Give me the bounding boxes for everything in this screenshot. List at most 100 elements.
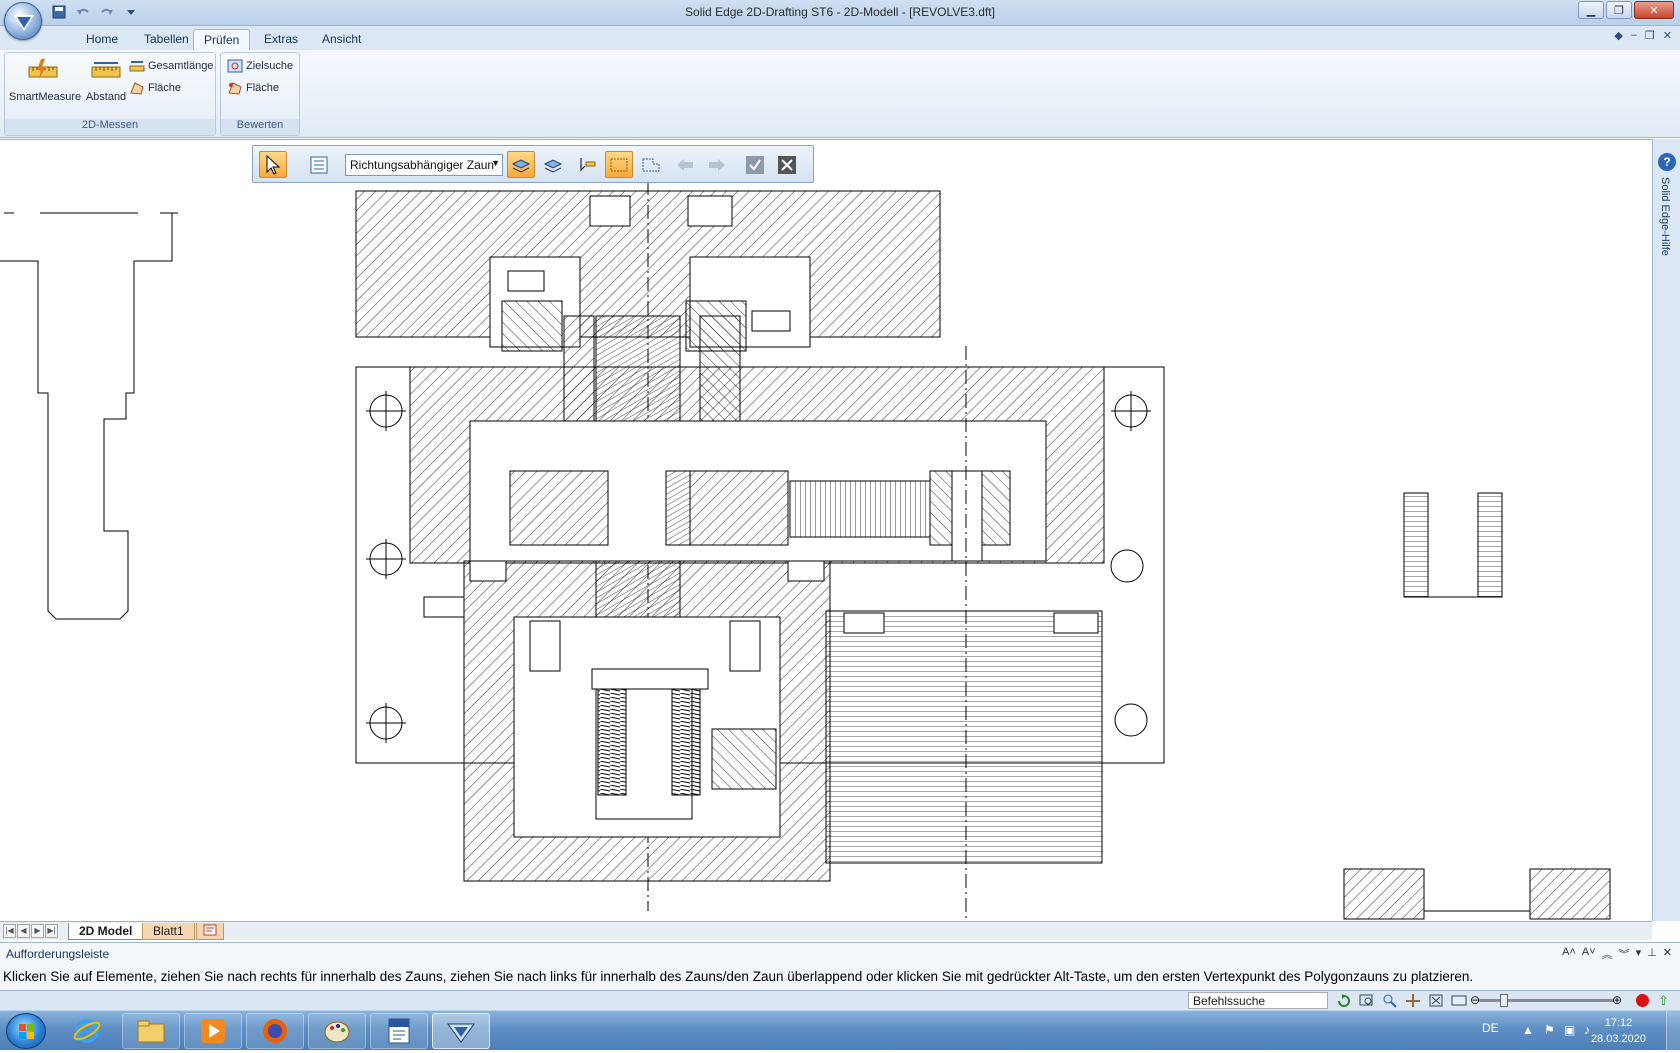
clock[interactable]: 17:12 28.03.2020 [1591, 1015, 1646, 1047]
add-to-selection-button[interactable] [507, 151, 535, 178]
arrow-right-icon [709, 158, 725, 171]
fence-mode-dropdown[interactable]: Richtungsabhängiger Zaun ▼ [345, 154, 503, 176]
bottom-right-view [1343, 868, 1611, 920]
prev-sheet-button[interactable]: ◀ [17, 924, 30, 938]
tab-tabellen[interactable]: Tabellen [134, 29, 199, 50]
zielsuche-button[interactable]: Zielsuche [227, 59, 293, 73]
font-decrease-icon[interactable]: A˅ [1582, 946, 1596, 962]
dock-options-icon[interactable]: ▾ [1636, 946, 1642, 962]
sheet-tab-blatt1[interactable]: Blatt1 [142, 923, 195, 940]
title-bar: Solid Edge 2D-Drafting ST6 - 2D-Modell -… [0, 0, 1680, 26]
tab-pruefen[interactable]: Prüfen [193, 29, 251, 50]
file-explorer-icon[interactable] [122, 1013, 180, 1049]
view-icon[interactable] [1451, 993, 1467, 1008]
accept-button[interactable] [741, 151, 769, 178]
zoom-out-icon[interactable]: ⊖ [1470, 993, 1480, 1007]
network-icon[interactable]: ▣ [1564, 1023, 1578, 1037]
maximize-button[interactable]: ❐ [1606, 1, 1632, 19]
remove-from-selection-button[interactable] [539, 151, 567, 178]
last-sheet-button[interactable]: ▶| [45, 924, 58, 938]
chevron-down-icon: ▼ [491, 158, 500, 168]
total-length-icon [129, 61, 145, 72]
start-button[interactable] [6, 1013, 46, 1049]
lower-assembly [423, 560, 1103, 882]
language-indicator[interactable]: DE [1482, 1021, 1499, 1035]
paint-icon[interactable] [308, 1013, 366, 1049]
zoom-area-icon[interactable] [1359, 993, 1375, 1008]
update-icon[interactable]: ⇧ [1658, 993, 1669, 1009]
expand-icon[interactable]: ︾ [1619, 946, 1630, 962]
area-icon [130, 82, 144, 95]
rectangle-fence-button[interactable] [605, 151, 633, 178]
back-button[interactable] [671, 151, 699, 178]
smartmeasure-button[interactable]: SmartMeasure [9, 57, 81, 103]
windows-logo-icon [19, 1024, 34, 1039]
right-section-view [1403, 492, 1503, 598]
tab-ansicht[interactable]: Ansicht [312, 29, 371, 50]
abstand-button[interactable]: Abstand [81, 57, 131, 103]
polygon-fence-button[interactable] [637, 151, 665, 178]
prompt-bar-title: Aufforderungsleiste [6, 947, 110, 961]
first-sheet-button[interactable]: |◀ [3, 924, 16, 938]
zoom-slider-handle[interactable] [1500, 994, 1508, 1007]
zoom-slider[interactable] [1478, 999, 1614, 1002]
sheet-tab-2d-model[interactable]: 2D Model [68, 923, 144, 940]
gesamtlaenge-button[interactable]: Gesamtlänge [129, 59, 213, 73]
internet-explorer-icon[interactable] [58, 1013, 116, 1049]
side-panel: ? Solid Edge-Hilfe [1652, 139, 1680, 921]
show-hidden-icons[interactable]: ▲ [1522, 1023, 1536, 1037]
list-icon [310, 156, 328, 173]
window-controls: ▁ ❐ ✕ [1578, 1, 1674, 19]
tab-home[interactable]: Home [76, 29, 128, 50]
ribbon-close-button[interactable]: ✕ [1663, 29, 1672, 42]
action-center-flag-icon[interactable]: ⚑ [1544, 1023, 1558, 1037]
new-sheet-tab[interactable] [196, 923, 224, 940]
ruler-icon [90, 57, 122, 87]
solid-edge-taskbar-icon[interactable] [432, 1013, 490, 1049]
pan-icon[interactable] [1405, 993, 1421, 1008]
ribbon-restore-button[interactable]: ❐ [1645, 29, 1655, 42]
cancel-button[interactable] [773, 151, 801, 178]
system-tray: DE ▲ ⚑ ▣ ♪ 17:12 28.03.2020 [1350, 1011, 1680, 1051]
refresh-icon[interactable] [1336, 993, 1352, 1008]
left-profile-view [0, 212, 178, 620]
tab-extras[interactable]: Extras [254, 29, 308, 50]
record-icon[interactable] [1636, 994, 1649, 1007]
pin-icon[interactable]: ⊥ [1647, 946, 1657, 962]
firefox-icon[interactable] [246, 1013, 304, 1049]
minimize-button[interactable]: ▁ [1578, 1, 1604, 19]
close-prompt-icon[interactable]: ✕ [1663, 946, 1672, 962]
help-icon[interactable]: ? [1658, 153, 1676, 171]
fit-icon[interactable] [1428, 993, 1444, 1008]
forward-button[interactable] [703, 151, 731, 178]
font-increase-icon[interactable]: A˄ [1562, 946, 1576, 962]
flaeche-evaluate-button[interactable]: Fläche [227, 81, 279, 95]
technical-drawing [0, 181, 1611, 920]
fence-select-button[interactable] [573, 151, 601, 178]
application-button[interactable] [4, 2, 42, 40]
select-tool-button[interactable] [259, 151, 287, 178]
zoom-icon[interactable] [1382, 993, 1398, 1008]
zoom-in-icon[interactable]: ⊕ [1612, 993, 1622, 1007]
windows-taskbar: DE ▲ ⚑ ▣ ♪ 17:12 28.03.2020 [0, 1010, 1680, 1051]
selection-toolbar: Richtungsabhängiger Zaun ▼ [252, 145, 814, 183]
sheet-tab-bar: |◀ ◀ ▶ ▶| 2D Model Blatt1 [0, 921, 1652, 940]
polygon-fence-icon [642, 158, 660, 171]
show-desktop-button[interactable] [1666, 1011, 1680, 1051]
selection-manager-button[interactable] [305, 151, 333, 178]
group-bewerten: Zielsuche Fläche Bewerten [220, 52, 300, 136]
help-panel-tab[interactable]: Solid Edge-Hilfe [1659, 177, 1671, 256]
flaeche-measure-button[interactable]: Fläche [129, 81, 181, 95]
rectangle-fence-icon [610, 158, 628, 171]
drawing-canvas[interactable] [0, 139, 1652, 921]
next-sheet-button[interactable]: ▶ [31, 924, 44, 938]
clock-time: 17:12 [1604, 1017, 1633, 1029]
collapse-icon[interactable]: ︽ [1602, 946, 1613, 962]
close-button[interactable]: ✕ [1634, 1, 1674, 19]
help-book-icon[interactable]: ◆ [1614, 29, 1622, 42]
word-icon[interactable] [370, 1013, 428, 1049]
ribbon-minimize-button[interactable]: – [1631, 29, 1637, 42]
command-search-input[interactable]: Befehlssuche [1188, 992, 1328, 1009]
media-player-icon[interactable] [184, 1013, 242, 1049]
pointer-icon [266, 154, 281, 175]
